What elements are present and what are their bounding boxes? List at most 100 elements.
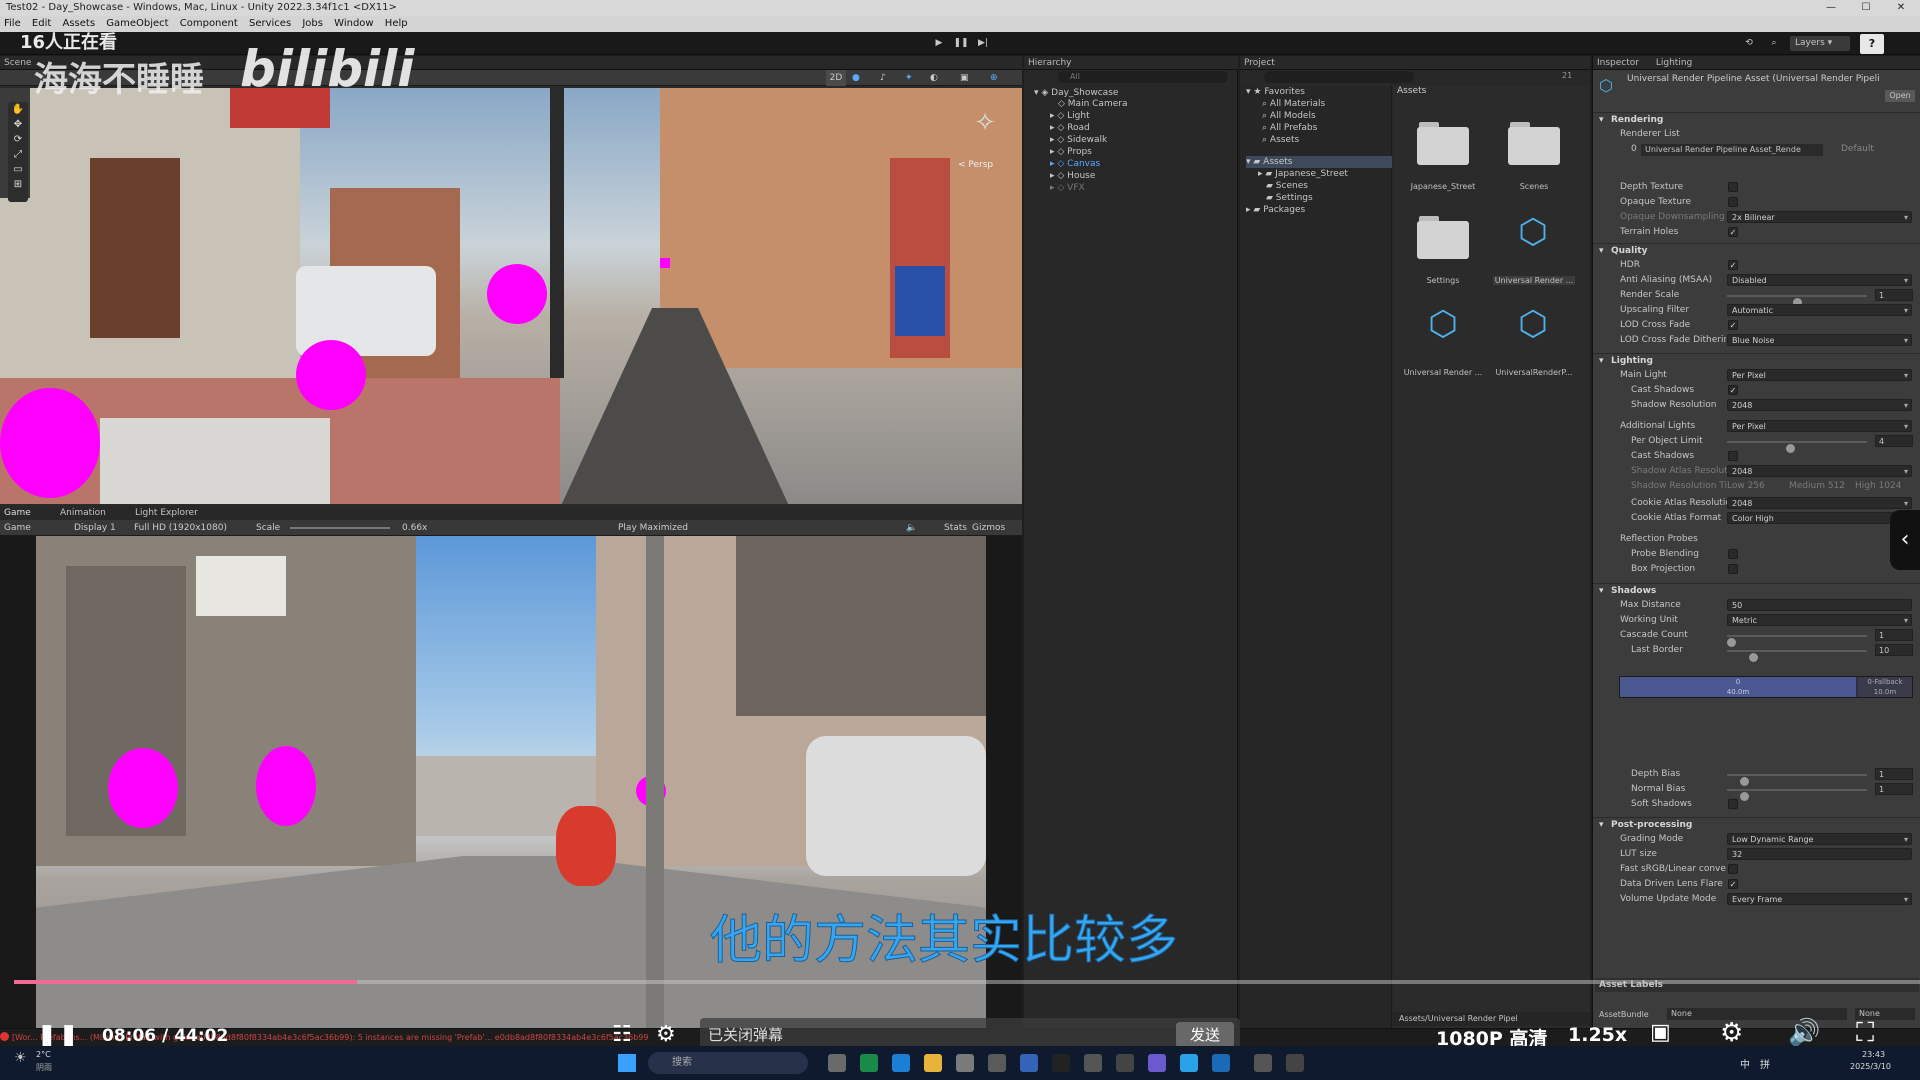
box-projection-checkbox[interactable] bbox=[1728, 564, 1738, 574]
cascade-split-bar[interactable]: 0 40.0m 0-Fallback 10.0m bbox=[1619, 676, 1913, 698]
hierarchy-item-canvas[interactable]: ▸ ◇ Canvas bbox=[1050, 158, 1100, 170]
explorer-icon[interactable] bbox=[924, 1054, 942, 1072]
tab-light-explorer[interactable]: Light Explorer bbox=[135, 506, 198, 520]
fullscreen-icon[interactable]: ⛶ bbox=[1856, 1018, 1874, 1049]
play-mode-dropdown[interactable]: Play Maximized bbox=[618, 520, 688, 536]
favorite-item[interactable]: ⌕ Assets bbox=[1262, 134, 1299, 146]
post-processing-section[interactable]: ▾ Post-processing bbox=[1593, 817, 1920, 832]
lighting-toggle-icon[interactable]: ● bbox=[852, 70, 860, 86]
probe-blending-checkbox[interactable] bbox=[1728, 549, 1738, 559]
app-icon[interactable] bbox=[1020, 1054, 1038, 1072]
asset-folder-item[interactable]: ▰ Scenes bbox=[1266, 180, 1308, 192]
upscaling-dropdown[interactable]: Automatic bbox=[1727, 304, 1912, 316]
tiktok-icon[interactable] bbox=[1052, 1054, 1070, 1072]
tier-high[interactable]: High 1024 bbox=[1855, 479, 1901, 494]
visual-studio-icon[interactable] bbox=[1148, 1054, 1166, 1072]
hierarchy-item[interactable]: ▸ ◇ VFX bbox=[1050, 182, 1085, 194]
unity-hub-icon[interactable] bbox=[1286, 1054, 1304, 1072]
cast-shadows-additional-checkbox[interactable] bbox=[1728, 451, 1738, 461]
renderer-object-field[interactable]: Universal Render Pipeline Asset_Rende bbox=[1641, 144, 1823, 156]
scale-slider[interactable] bbox=[290, 527, 390, 529]
tier-low[interactable]: Low 256 bbox=[1727, 479, 1765, 494]
gizmos-toggle-icon[interactable]: ⊕ bbox=[990, 70, 998, 86]
settings-gear-icon[interactable]: ⚙ bbox=[1720, 1018, 1743, 1048]
menu-services[interactable]: Services bbox=[249, 18, 291, 29]
app-icon[interactable] bbox=[956, 1054, 974, 1072]
start-icon[interactable] bbox=[618, 1054, 636, 1072]
hidden-objects-icon[interactable]: ◐ bbox=[930, 70, 938, 86]
fast-srgb-checkbox[interactable] bbox=[1728, 864, 1738, 874]
menu-window[interactable]: Window bbox=[334, 18, 373, 29]
additional-lights-dropdown[interactable]: Per Pixel bbox=[1727, 420, 1912, 432]
hierarchy-search-input[interactable]: All bbox=[1058, 71, 1228, 83]
subtitle-toggle-icon[interactable]: ▣ bbox=[1650, 1020, 1671, 1045]
close-button[interactable]: ✕ bbox=[1888, 0, 1914, 16]
cookie-format-dropdown[interactable]: Color High bbox=[1727, 512, 1912, 524]
per-object-limit-slider[interactable] bbox=[1727, 441, 1867, 453]
asset-folder-item[interactable]: ▰ Settings bbox=[1266, 192, 1313, 204]
tab-hierarchy[interactable]: Hierarchy bbox=[1024, 56, 1238, 70]
cast-shadows-checkbox[interactable]: ✓ bbox=[1728, 385, 1738, 395]
minimize-button[interactable]: — bbox=[1818, 0, 1844, 16]
slider-knob[interactable] bbox=[1749, 653, 1759, 662]
normal-bias-value[interactable]: 1 bbox=[1875, 783, 1913, 795]
render-scale-value[interactable]: 1 bbox=[1875, 289, 1913, 301]
app-icon[interactable] bbox=[1180, 1054, 1198, 1072]
ime-mode[interactable]: 拼 bbox=[1760, 1056, 1770, 1071]
shadows-section[interactable]: ▾ Shadows bbox=[1593, 583, 1920, 598]
cookie-res-dropdown[interactable]: 2048 bbox=[1727, 497, 1912, 509]
render-scale-slider[interactable] bbox=[1727, 295, 1867, 307]
main-light-dropdown[interactable]: Per Pixel bbox=[1727, 369, 1912, 381]
last-border-value[interactable]: 10 bbox=[1875, 644, 1913, 656]
max-distance-input[interactable]: 50 bbox=[1727, 599, 1912, 611]
opaque-texture-checkbox[interactable] bbox=[1728, 197, 1738, 207]
tab-animation[interactable]: Animation bbox=[60, 506, 106, 520]
folder-icon[interactable] bbox=[1417, 216, 1469, 259]
urp-asset-icon[interactable]: ⬡ bbox=[1511, 212, 1555, 252]
volume-update-dropdown[interactable]: Every Frame bbox=[1727, 893, 1912, 905]
opaque-downsampling-dropdown[interactable]: 2x Bilinear bbox=[1727, 211, 1912, 223]
mode-2d-toggle[interactable]: 2D bbox=[826, 70, 846, 86]
mute-icon[interactable]: 🔈 bbox=[906, 520, 917, 536]
game-view-dropdown[interactable]: Game bbox=[4, 520, 31, 536]
cascade-count-value[interactable]: 1 bbox=[1875, 629, 1913, 641]
assets-folder[interactable]: ▾ ▰ Assets bbox=[1246, 156, 1392, 168]
layers-dropdown[interactable]: Layers ▾ bbox=[1790, 36, 1850, 51]
scene-tools-overlay[interactable]: ✋ ✥ ⟳ ⤢ ▭ ⊞ bbox=[8, 102, 28, 202]
cascade-count-slider[interactable] bbox=[1727, 635, 1867, 647]
pause-button[interactable]: ❚❚ bbox=[952, 36, 970, 51]
maximize-button[interactable]: ☐ bbox=[1853, 0, 1879, 16]
unity-icon[interactable] bbox=[1254, 1054, 1272, 1072]
rendering-section[interactable]: ▾ Rendering bbox=[1593, 112, 1920, 127]
hdr-checkbox[interactable]: ✓ bbox=[1728, 260, 1738, 270]
scene-viewport[interactable]: ✧ < Persp bbox=[0, 88, 1022, 504]
tier-medium[interactable]: Medium 512 bbox=[1789, 479, 1845, 494]
soft-shadows-checkbox[interactable] bbox=[1728, 799, 1738, 809]
undo-history-icon[interactable]: ⟲ bbox=[1740, 36, 1758, 51]
tab-project[interactable]: Project bbox=[1240, 56, 1590, 70]
folder-icon[interactable] bbox=[1508, 122, 1560, 165]
taskbar-search-input[interactable]: 搜索 bbox=[648, 1052, 808, 1074]
open-button[interactable]: Open bbox=[1885, 90, 1915, 102]
lod-dither-dropdown[interactable]: Blue Noise bbox=[1727, 334, 1912, 346]
favorite-item[interactable]: ⌕ All Models bbox=[1262, 110, 1316, 122]
lens-flare-checkbox[interactable]: ✓ bbox=[1728, 879, 1738, 889]
renderer-list-item[interactable]: 0 Universal Render Pipeline Asset_Rende … bbox=[1593, 142, 1920, 157]
renderer-default-button[interactable]: Default bbox=[1841, 142, 1874, 157]
folder-icon[interactable] bbox=[1417, 122, 1469, 165]
grading-mode-dropdown[interactable]: Low Dynamic Range bbox=[1727, 833, 1912, 845]
hierarchy-item[interactable]: ▸ ◇ Road bbox=[1050, 122, 1090, 134]
shadow-resolution-dropdown[interactable]: 2048 bbox=[1727, 399, 1912, 411]
depth-bias-slider[interactable] bbox=[1727, 774, 1867, 786]
step-button[interactable]: ▶| bbox=[974, 36, 992, 51]
menu-jobs[interactable]: Jobs bbox=[302, 18, 323, 29]
gizmos-button[interactable]: Gizmos bbox=[972, 520, 1005, 536]
app-icon[interactable] bbox=[860, 1054, 878, 1072]
urp-asset-icon[interactable]: ⬡ bbox=[1511, 304, 1555, 344]
scene-orientation-gizmo[interactable]: ✧ bbox=[960, 108, 1010, 158]
favorite-item[interactable]: ⌕ All Materials bbox=[1262, 98, 1325, 110]
persp-label[interactable]: < Persp bbox=[958, 160, 993, 170]
send-button[interactable]: 发送 bbox=[1176, 1022, 1234, 1048]
camera-settings-icon[interactable]: ▣ bbox=[960, 70, 969, 86]
menu-component[interactable]: Component bbox=[180, 18, 238, 29]
